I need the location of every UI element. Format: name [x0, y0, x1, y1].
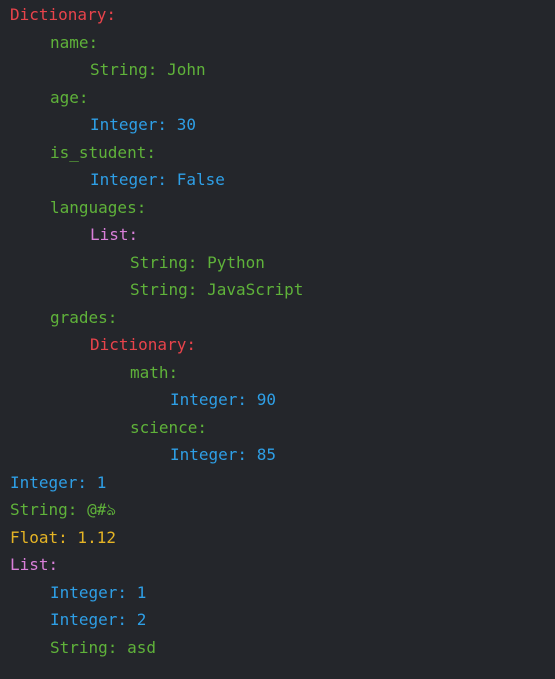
console-output: Dictionary: name: String: John age: Inte… [0, 0, 555, 679]
console-line: Integer: 85 [170, 445, 276, 464]
console-line: grades: [50, 308, 118, 327]
console-line: Dictionary: [90, 335, 196, 354]
console-line: science: [130, 418, 208, 437]
console-line: is_student: [50, 143, 156, 162]
console-line: String: Python [130, 253, 265, 272]
console-line: Dictionary: [10, 5, 116, 24]
console-line: Float: 1.12 [10, 528, 116, 547]
console-line: List: [90, 225, 139, 244]
console-line: String: @#ঌ [10, 500, 116, 519]
console-line: Integer: 1 [50, 583, 147, 602]
console-line: String: JavaScript [130, 280, 304, 299]
console-line: Integer: 2 [50, 610, 147, 629]
console-line: Integer: 90 [170, 390, 276, 409]
console-line: Integer: 30 [90, 115, 196, 134]
console-line: Integer: False [90, 170, 225, 189]
console-line: List: [10, 555, 59, 574]
console-line: name: [50, 33, 99, 52]
console-line: math: [130, 363, 179, 382]
console-line: String: John [90, 60, 206, 79]
console-line: languages: [50, 198, 147, 217]
console-line: age: [50, 88, 89, 107]
console-line: String: asd [50, 638, 156, 657]
console-line: Integer: 1 [10, 473, 107, 492]
